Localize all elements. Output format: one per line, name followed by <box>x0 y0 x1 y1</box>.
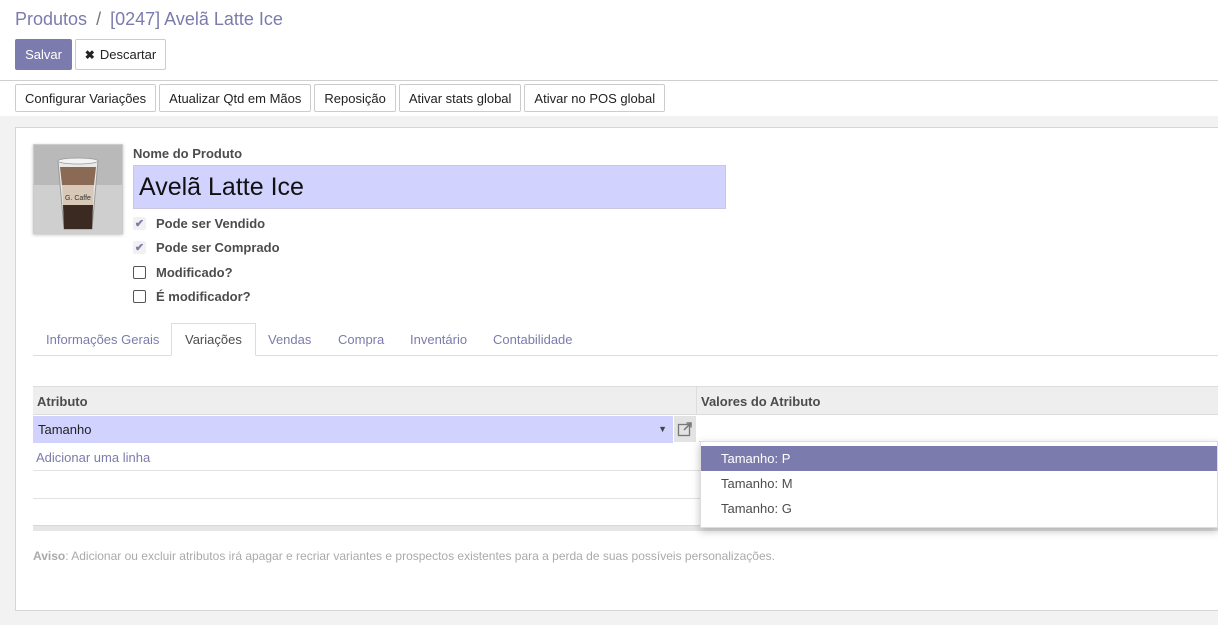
discard-label: Descartar <box>99 47 157 62</box>
statusbar: Configurar Variações Atualizar Qtd em Mã… <box>15 84 666 112</box>
form-sheet: G. Caffe Nome do Produto ✔ Pode ser Vend… <box>15 127 1218 611</box>
product-image-caption: G. Caffe <box>65 195 91 202</box>
can-be-purchased-label: Pode ser Comprado <box>156 240 280 255</box>
modified-checkbox[interactable] <box>133 266 146 279</box>
breadcrumb-separator: / <box>96 9 102 29</box>
control-panel-divider <box>0 80 1218 81</box>
attribute-values-input[interactable] <box>699 416 1218 442</box>
configure-variants-button[interactable]: Configurar Variações <box>15 84 157 112</box>
notebook-tabs: Informações Gerais Variações Vendas Comp… <box>33 323 1218 356</box>
table-header: Atributo Valores do Atributo <box>33 386 1218 415</box>
modified-checkbox-row[interactable]: Modificado? <box>133 265 233 280</box>
activate-global-pos-button[interactable]: Ativar no POS global <box>524 84 666 112</box>
checkmark-icon[interactable]: ✔ <box>133 217 146 230</box>
is-modifier-checkbox-row[interactable]: É modificador? <box>133 289 251 304</box>
checkmark-icon[interactable]: ✔ <box>133 241 146 254</box>
warning-title: Aviso <box>33 549 66 563</box>
update-qty-button[interactable]: Atualizar Qtd em Mãos <box>159 84 312 112</box>
external-link-icon[interactable] <box>674 416 696 442</box>
is-modifier-checkbox[interactable] <box>133 290 146 303</box>
is-modifier-label: É modificador? <box>156 289 251 304</box>
replenish-button[interactable]: Reposição <box>314 84 396 112</box>
tab-purchase[interactable]: Compra <box>325 323 397 355</box>
can-be-purchased-checkbox-row[interactable]: ✔ Pode ser Comprado <box>133 240 280 255</box>
caret-down-icon[interactable]: ▼ <box>658 424 667 434</box>
save-button[interactable]: Salvar <box>15 39 72 70</box>
warning-text: : Adicionar ou excluir atributos irá apa… <box>65 549 775 563</box>
warning-note: Aviso: Adicionar ou excluir atributos ir… <box>33 549 775 563</box>
attribute-value: Tamanho <box>38 422 92 437</box>
dropdown-option[interactable]: Tamanho: G <box>701 496 1217 521</box>
product-name-label: Nome do Produto <box>133 146 243 161</box>
dropdown-option[interactable]: Tamanho: P <box>701 446 1217 471</box>
can-be-sold-checkbox-row[interactable]: ✔ Pode ser Vendido <box>133 216 265 231</box>
add-line-link[interactable]: Adicionar uma linha <box>36 450 150 465</box>
modified-label: Modificado? <box>156 265 233 280</box>
close-icon: ✖ <box>84 47 95 62</box>
product-image[interactable]: G. Caffe <box>33 144 123 234</box>
discard-button[interactable]: ✖ Descartar <box>75 39 166 70</box>
column-header-attribute[interactable]: Atributo <box>33 387 696 415</box>
dropdown-option[interactable]: Tamanho: M <box>701 471 1217 496</box>
breadcrumb: Produtos / [0247] Avelã Latte Ice <box>15 9 283 30</box>
activate-global-stats-button[interactable]: Ativar stats global <box>398 84 522 112</box>
column-header-attribute-values[interactable]: Valores do Atributo <box>696 387 1218 415</box>
table-row: Tamanho ▼ <box>33 415 1218 443</box>
product-name-input[interactable] <box>133 165 726 209</box>
attribute-select[interactable]: Tamanho ▼ <box>33 416 673 443</box>
tab-accounting[interactable]: Contabilidade <box>480 323 586 355</box>
tab-sales[interactable]: Vendas <box>255 323 324 355</box>
tab-general-info[interactable]: Informações Gerais <box>33 323 172 355</box>
tab-inventory[interactable]: Inventário <box>397 323 480 355</box>
attribute-values-dropdown: Tamanho: P Tamanho: M Tamanho: G <box>700 441 1218 528</box>
breadcrumb-current: [0247] Avelã Latte Ice <box>110 9 283 29</box>
can-be-sold-label: Pode ser Vendido <box>156 216 266 231</box>
breadcrumb-parent-link[interactable]: Produtos <box>15 9 87 29</box>
tab-variations[interactable]: Variações <box>171 323 256 356</box>
